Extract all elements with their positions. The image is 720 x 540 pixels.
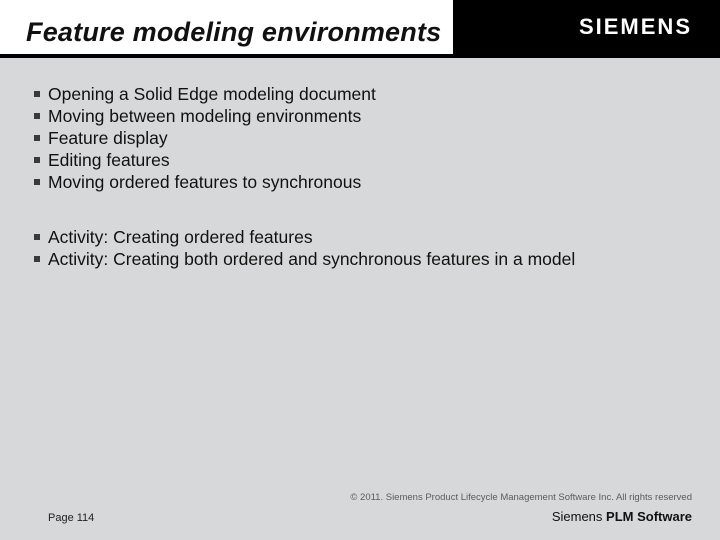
slide-content: Opening a Solid Edge modeling document M… <box>34 84 696 271</box>
list-item: Editing features <box>34 150 696 172</box>
list-item: Moving ordered features to synchronous <box>34 172 696 194</box>
product-prefix: Siemens <box>552 509 606 524</box>
slide-footer: © 2011. Siemens Product Lifecycle Manage… <box>0 492 720 540</box>
footer-row: Page 114 Siemens PLM Software <box>48 509 692 524</box>
page-number: Page 114 <box>48 512 94 524</box>
list-item: Opening a Solid Edge modeling document <box>34 84 696 106</box>
siemens-logo: SIEMENS <box>579 14 692 40</box>
title-container: Feature modeling environments <box>0 0 453 54</box>
copyright-text: © 2011. Siemens Product Lifecycle Manage… <box>48 492 692 503</box>
topic-list: Opening a Solid Edge modeling document M… <box>34 84 696 193</box>
product-bold: PLM Software <box>606 509 692 524</box>
list-item: Activity: Creating both ordered and sync… <box>34 249 696 271</box>
product-name: Siemens PLM Software <box>552 509 692 524</box>
slide-header: Feature modeling environments SIEMENS <box>0 0 720 58</box>
activity-list: Activity: Creating ordered features Acti… <box>34 227 696 271</box>
list-item: Activity: Creating ordered features <box>34 227 696 249</box>
list-item: Feature display <box>34 128 696 150</box>
spacer <box>34 193 696 227</box>
list-item: Moving between modeling environments <box>34 106 696 128</box>
slide-title: Feature modeling environments <box>26 17 441 48</box>
